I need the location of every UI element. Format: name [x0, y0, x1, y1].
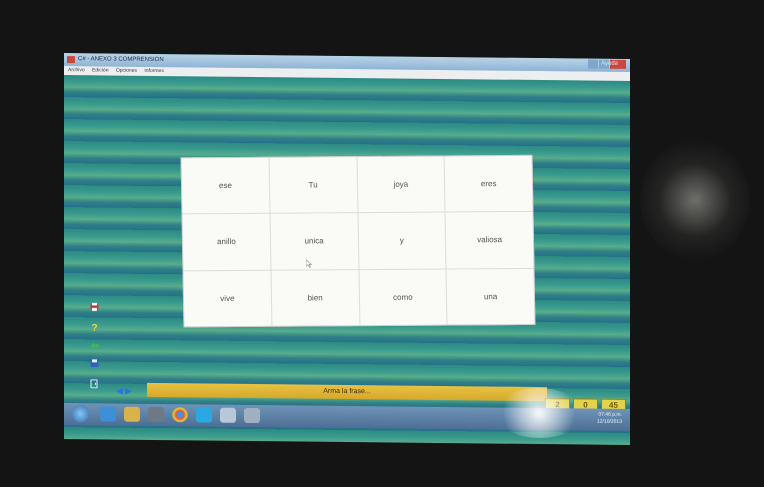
word-cell[interactable]: una [446, 268, 535, 325]
word-cell[interactable]: valiosa [445, 212, 534, 269]
projected-screen: C# - ANEXO 3 COMPRENSIÓN Archivo Edición… [64, 53, 630, 445]
word-cell[interactable]: unica [270, 213, 358, 270]
active-app-icon[interactable] [244, 407, 260, 424]
svg-text:?: ? [92, 323, 98, 332]
word-cell[interactable]: vive [183, 270, 272, 327]
word-cell[interactable]: eres [444, 155, 533, 212]
word-cell[interactable]: anillo [182, 214, 271, 270]
menu-archivo[interactable]: Archivo [68, 67, 85, 73]
menu-informes[interactable]: Informes [144, 68, 163, 74]
word-cell[interactable]: y [358, 212, 446, 269]
calendar-app-icon[interactable] [220, 407, 236, 423]
save-icon[interactable] [90, 358, 99, 367]
word-cell[interactable]: Tu [269, 157, 357, 214]
word-cell[interactable]: ese [181, 157, 270, 214]
system-clock[interactable]: 07:46 p.m. 12/10/2013 [597, 412, 622, 426]
help-icon[interactable]: ? [90, 322, 99, 332]
window-title: C# - ANEXO 3 COMPRENSIÓN [78, 56, 164, 64]
menu-opciones[interactable]: Opciones [116, 68, 137, 74]
word-cell[interactable]: bien [271, 269, 359, 326]
ie-icon[interactable] [100, 406, 116, 422]
word-grid: ese Tu joya eres anillo unica y valiosa … [180, 154, 536, 328]
folder-icon[interactable] [124, 406, 140, 422]
chrome-icon[interactable] [172, 407, 188, 423]
background-light [640, 140, 750, 260]
word-cell[interactable]: como [359, 269, 447, 326]
clock-date: 12/10/2013 [596, 418, 622, 425]
mouse-cursor-icon [306, 259, 312, 268]
exit-icon[interactable] [90, 379, 99, 389]
arrow-left-icon[interactable]: ◀ [116, 386, 125, 396]
projector-glare [494, 387, 584, 439]
word-cell[interactable]: joya [357, 156, 445, 213]
menu-edicion[interactable]: Edición [92, 67, 108, 73]
minimize-button[interactable] [588, 59, 598, 69]
skype-icon[interactable] [196, 407, 212, 423]
start-button[interactable] [72, 405, 89, 423]
instruction-bar: Arma la frase... [147, 382, 547, 402]
app-icon [67, 56, 75, 64]
printer-icon[interactable] [90, 302, 99, 311]
menu-ayuda[interactable]: Ayuda [601, 60, 618, 69]
media-player-icon[interactable] [148, 406, 164, 423]
arrow-right-icon[interactable]: ▶ [125, 386, 134, 396]
nav-arrows: ◀▶ [116, 386, 134, 397]
back-icon[interactable] [90, 341, 99, 350]
